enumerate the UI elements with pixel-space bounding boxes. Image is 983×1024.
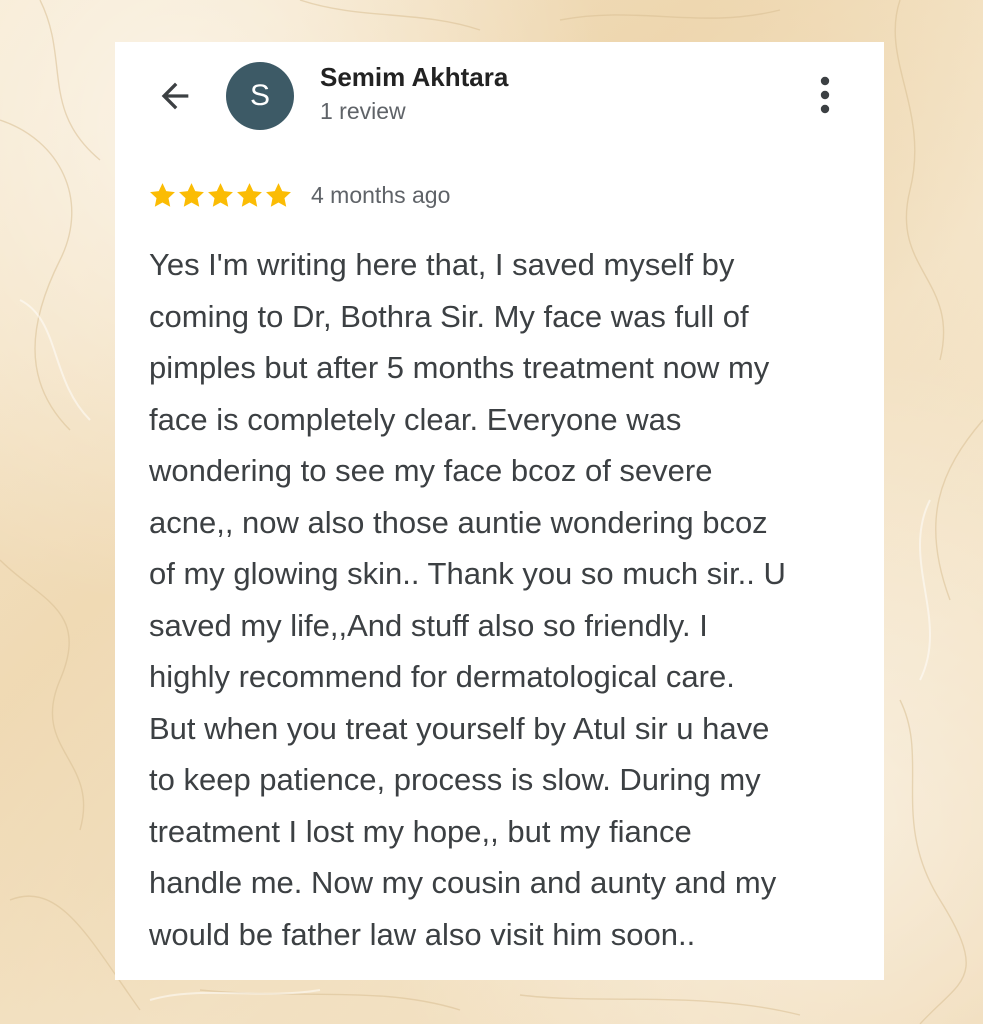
avatar[interactable]: S [226, 62, 294, 130]
review-card: S Semim Akhtara 1 review 4 months ago Ye… [115, 42, 884, 980]
review-text-line: would be father law also visit him soon.… [149, 916, 696, 952]
arrow-left-icon [161, 82, 189, 110]
review-text-line: of my glowing skin.. Thank you so much s… [149, 556, 786, 591]
star-icon [179, 182, 204, 207]
review-text-line: to keep patience, process is slow. Durin… [149, 762, 761, 797]
review-text-line: highly recommend for dermatological care… [149, 659, 735, 694]
review-text-line: treatment I lost my hope,, but my fiance [149, 813, 692, 849]
star-icon [208, 182, 233, 207]
star-icon [266, 182, 291, 207]
reviewer-name[interactable]: Semim Akhtara [320, 62, 508, 93]
review-text-line: handle me. Now my cousin and aunty and m… [149, 865, 777, 900]
more-options-button[interactable] [805, 70, 845, 120]
review-count: 1 review [320, 98, 406, 124]
review-text-line: wondering to see my face bcoz of severe [149, 453, 713, 488]
avatar-initial: S [249, 79, 270, 112]
review-text-line: coming to Dr, Bothra Sir. My face was fu… [149, 298, 749, 334]
rating-row: 4 months ago [148, 178, 450, 212]
star-icon [237, 182, 262, 207]
review-text-line: saved my life,,And stuff also so friendl… [149, 607, 708, 643]
review-text-line: face is completely clear. Everyone was [149, 401, 682, 437]
back-button[interactable] [151, 72, 199, 120]
star-icon [150, 182, 175, 207]
review-text-line: pimples but after 5 months treatment now… [149, 350, 770, 385]
review-text-line: Yes I'm writing here that, I saved mysel… [149, 247, 735, 282]
star-rating [148, 181, 293, 210]
more-vertical-icon [820, 76, 830, 114]
review-text: Yes I'm writing here that, I saved mysel… [149, 239, 861, 960]
review-text-line: acne,, now also those auntie wondering b… [149, 504, 768, 540]
review-time: 4 months ago [311, 181, 451, 208]
review-text-line: But when you treat yourself by Atul sir … [149, 710, 770, 746]
